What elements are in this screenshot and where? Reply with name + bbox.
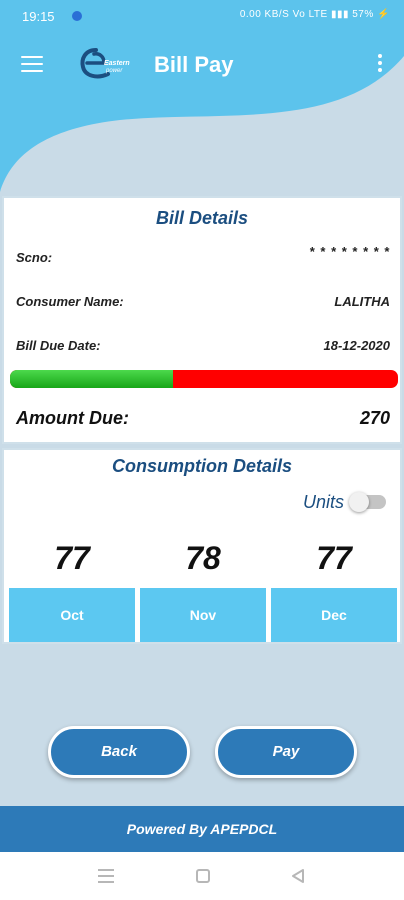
consumption-value: 77 [54, 540, 90, 576]
consumption-month-nov: 78 Nov [140, 522, 266, 642]
consumption-month-dec: 77 Dec [271, 522, 397, 642]
bill-pay-screen: 19:15 0.00 KB/S Vo LTE ▮▮▮ 57% ⚡ Eastern… [0, 0, 404, 900]
hamburger-menu-icon[interactable] [21, 56, 43, 72]
consumption-value: 77 [316, 540, 352, 576]
system-nav-bar [0, 852, 404, 900]
consumption-month-oct: 77 Oct [9, 522, 135, 642]
units-toggle[interactable] [349, 492, 386, 512]
more-vert-icon[interactable] [376, 54, 384, 76]
consumer-name-value: LALITHA [334, 294, 390, 309]
progress-fill [10, 370, 173, 388]
home-icon[interactable] [196, 869, 210, 883]
status-indicators: 0.00 KB/S Vo LTE ▮▮▮ 57% ⚡ [239, 9, 390, 20]
page-title: Bill Pay [154, 52, 234, 77]
bill-details-title: Bill Details [155, 208, 249, 228]
svg-text:power: power [105, 68, 123, 74]
bill-details-card: Bill Details Scno: * * * * * * * * Consu… [2, 196, 402, 444]
consumption-month-label: Dec [271, 588, 397, 642]
consumption-details-card: Consumption Details Units 77 Oct 78 Nov … [2, 448, 402, 644]
units-toggle-knob [349, 492, 369, 512]
svg-text:Eastern: Eastern [104, 60, 130, 67]
status-bar: 19:15 0.00 KB/S Vo LTE ▮▮▮ 57% ⚡ [0, 0, 404, 32]
notification-icon [72, 11, 82, 21]
scno-label: Scno: [16, 250, 53, 265]
consumption-month-label: Oct [9, 588, 135, 642]
status-time: 19:15 [22, 9, 55, 24]
due-date-value: 18-12-2020 [323, 338, 391, 353]
consumption-month-label: Nov [140, 588, 266, 642]
back-button[interactable]: Back [48, 726, 190, 778]
scno-value: * * * * * * * * [309, 244, 390, 259]
recent-apps-icon[interactable] [98, 869, 114, 883]
amount-due-value: 270 [359, 408, 390, 428]
bill-due-progress-bar [10, 370, 398, 388]
units-label: Units [302, 492, 344, 512]
consumption-value: 78 [185, 540, 221, 576]
powered-by-footer: Powered By APEPDCL [0, 806, 404, 852]
due-date-label: Bill Due Date: [16, 338, 101, 353]
amount-due-label: Amount Due: [16, 408, 129, 428]
pay-button[interactable]: Pay [215, 726, 357, 778]
back-triangle-icon[interactable] [290, 868, 306, 884]
consumption-details-title: Consumption Details [111, 456, 292, 476]
consumer-name-label: Consumer Name: [16, 294, 124, 309]
eastern-power-logo-icon: Eastern power [80, 48, 130, 79]
